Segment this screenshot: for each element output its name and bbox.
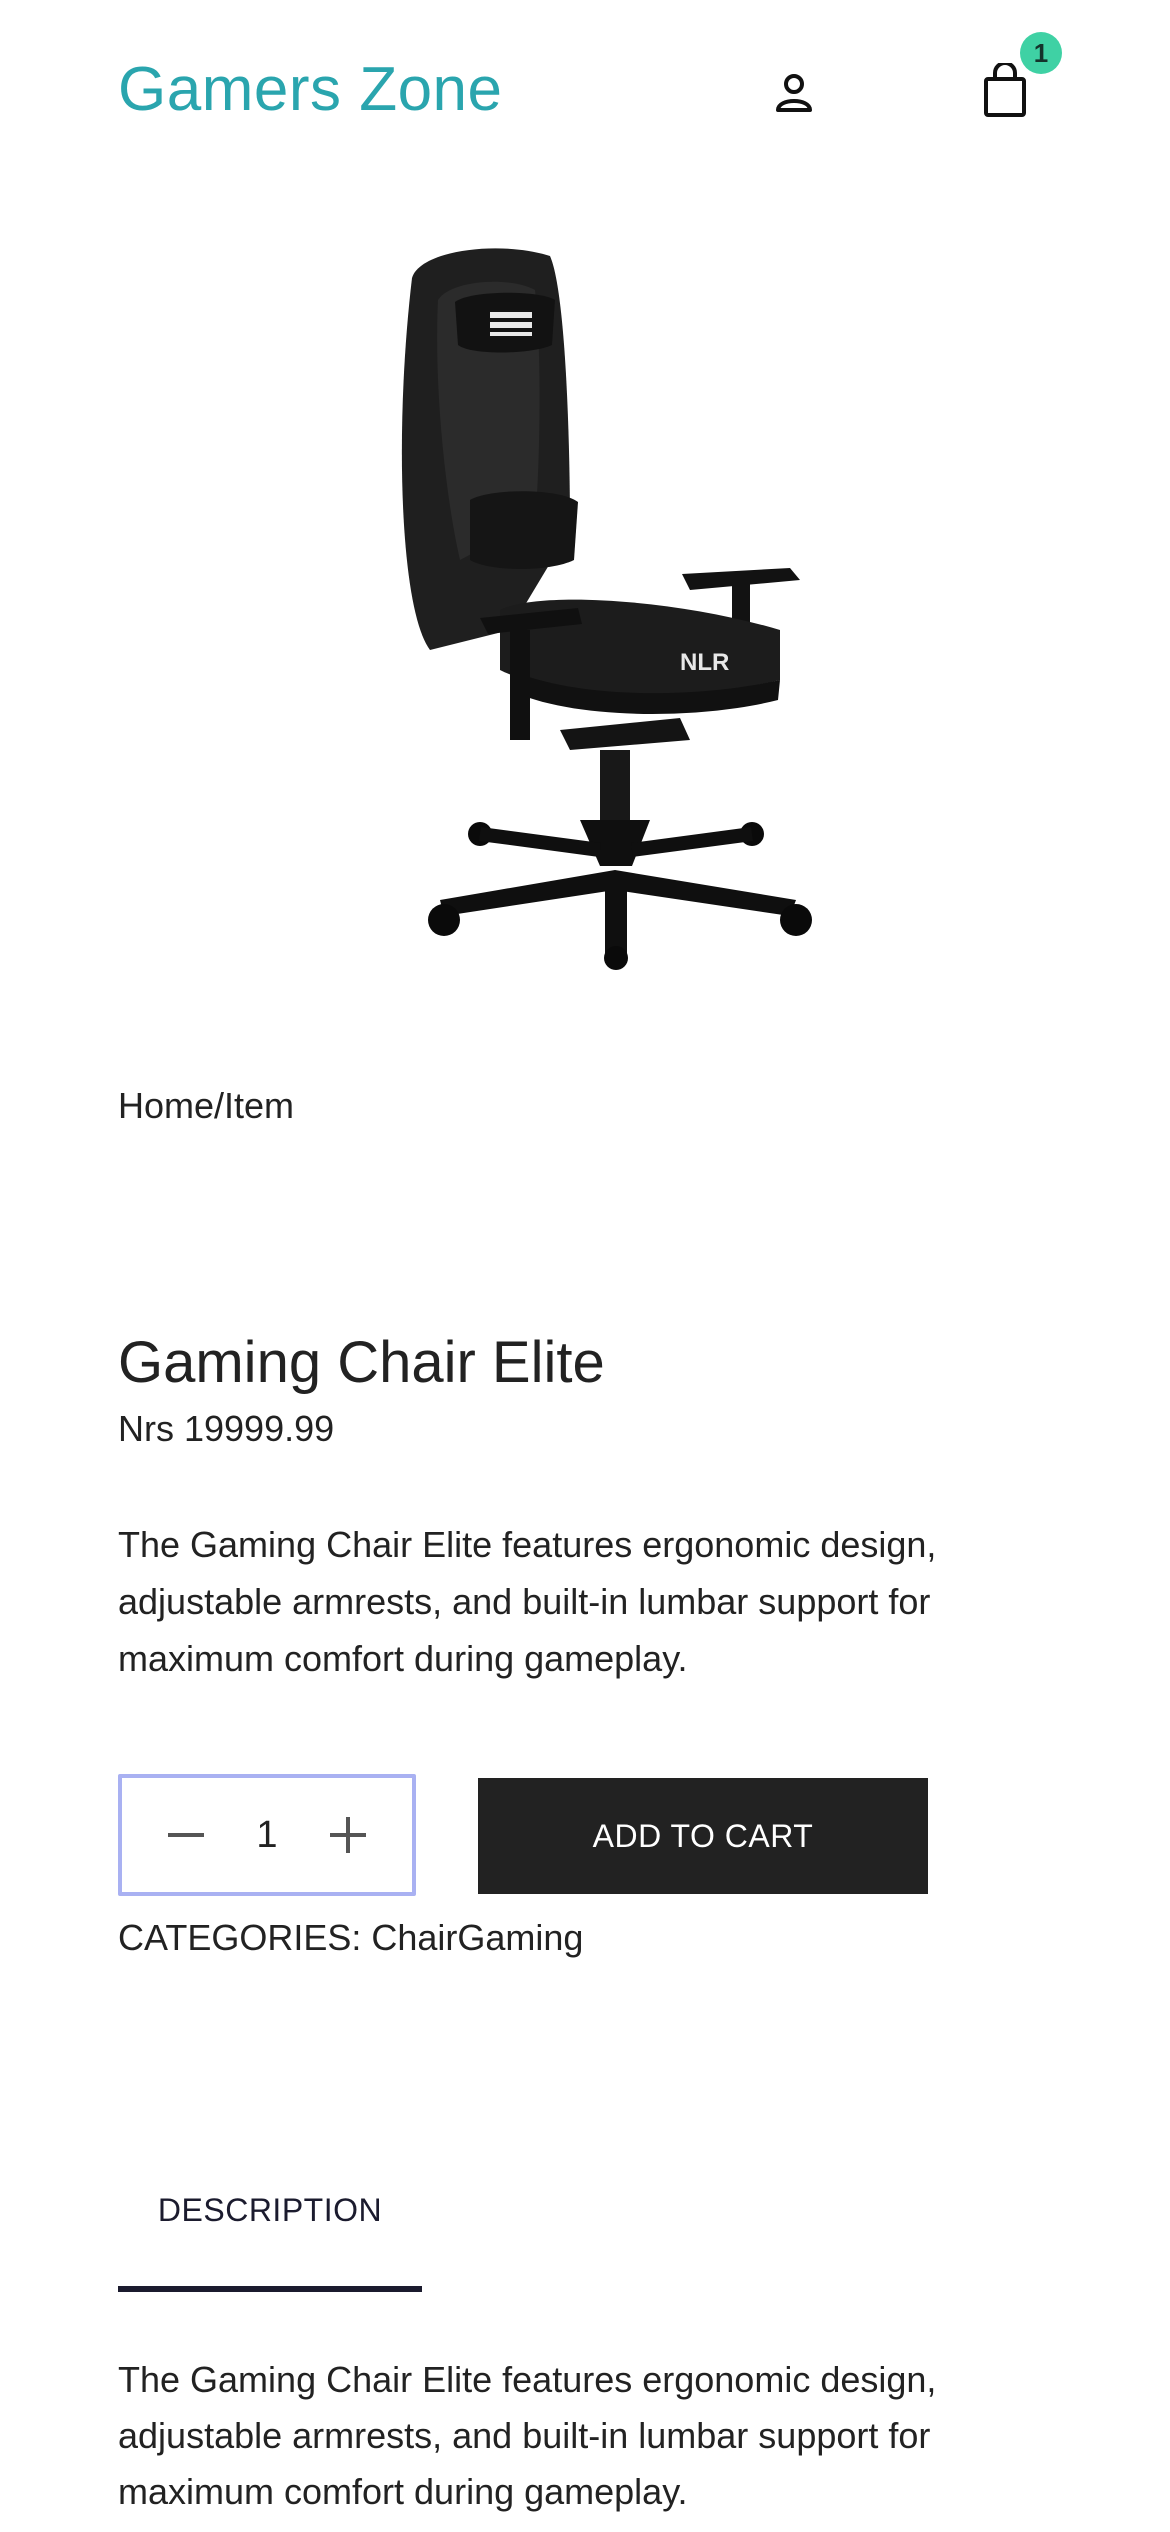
cart-count-badge: 1 [1020,32,1062,74]
description-tab-content: The Gaming Chair Elite features ergonomi… [118,2359,937,2512]
user-icon [776,74,812,112]
shopping-bag-icon [984,63,1026,117]
increase-quantity-button[interactable] [324,1811,372,1859]
active-tab-indicator [118,2286,422,2292]
plus-icon [330,1817,366,1853]
product-price: Nrs 19999.99 [118,1408,335,1449]
decrease-quantity-button[interactable] [162,1811,210,1859]
quantity-value[interactable]: 1 [237,1814,297,1857]
brand-logo[interactable]: Gamers Zone [118,52,503,128]
tab-label: DESCRIPTION [157,2192,383,2228]
breadcrumb[interactable]: Home/Item [118,1082,294,1130]
gaming-chair-image: NLR [360,230,820,970]
minus-icon [168,1833,204,1837]
product-page: Gamers Zone 1 NLR Home/Item Gaming Chair… [0,0,1170,2532]
product-title: Gaming Chair Elite [118,1330,605,1395]
account-button[interactable] [764,62,824,122]
add-to-cart-button[interactable]: ADD TO CART [478,1778,928,1894]
product-categories: CATEGORIES: ChairGaming [118,1917,584,1958]
quantity-stepper: 1 [118,1774,416,1896]
tab-description[interactable]: DESCRIPTION [118,2186,422,2292]
svg-text:NLR: NLR [680,649,729,676]
product-description: The Gaming Chair Elite features ergonomi… [118,1524,937,1679]
